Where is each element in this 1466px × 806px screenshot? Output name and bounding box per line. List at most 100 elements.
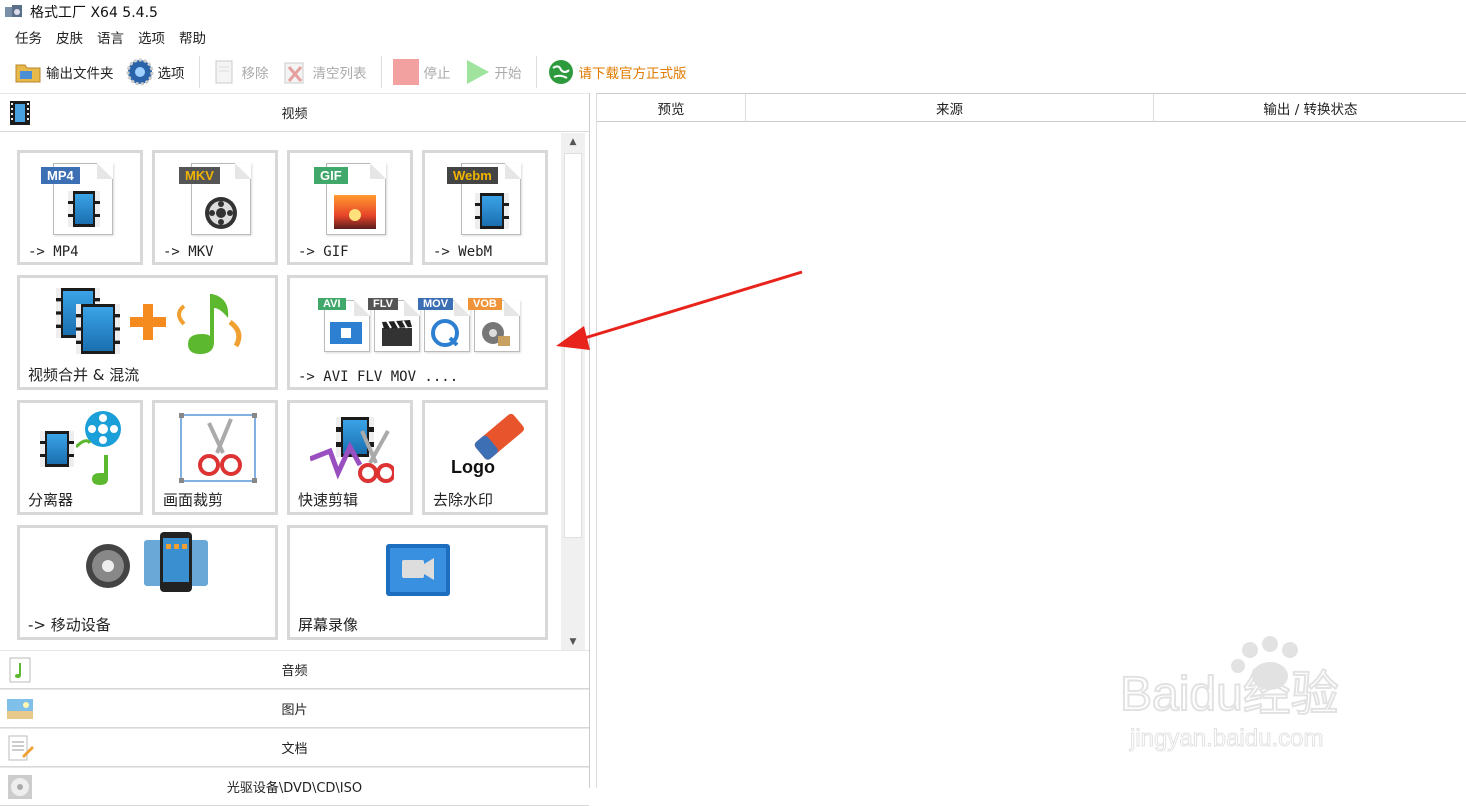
- app-icon: [4, 4, 24, 20]
- vertical-scrollbar[interactable]: ▲ ▼: [561, 133, 585, 650]
- tile-to-mobile[interactable]: -> 移动设备: [17, 525, 278, 640]
- scroll-down-icon[interactable]: ▼: [561, 633, 585, 650]
- clear-list-icon: [281, 58, 309, 86]
- toolbar-separator: [380, 56, 382, 88]
- category-image-label: 图片: [281, 703, 308, 718]
- reel-icon: [480, 320, 510, 350]
- output-folder-button[interactable]: 输出文件夹: [10, 55, 118, 89]
- screen-record-icon: [386, 544, 450, 600]
- category-audio-label: 音频: [281, 664, 308, 679]
- category-video[interactable]: 视频: [0, 93, 589, 132]
- title-bar: 格式工厂 X64 5.4.5: [0, 0, 1466, 24]
- tile-to-gif[interactable]: GIF -> GIF: [287, 150, 413, 265]
- column-output-status[interactable]: 输出 / 转换状态: [1154, 94, 1466, 122]
- tile-merge-mux[interactable]: 视频合并 & 混流: [17, 275, 278, 390]
- watermark-url: jingyan.baidu.com: [1129, 725, 1323, 752]
- category-image[interactable]: 图片: [0, 689, 589, 728]
- film-icon: [68, 191, 100, 227]
- watermark-brand: Baidu经验: [1120, 668, 1339, 721]
- film-play-icon: [475, 193, 509, 229]
- stop-icon: [392, 58, 420, 86]
- scroll-up-icon[interactable]: ▲: [561, 133, 585, 150]
- category-disc[interactable]: 光驱设备\DVD\CD\ISO: [0, 767, 589, 806]
- folder-icon: [14, 58, 42, 86]
- remove-doc-icon: [210, 58, 238, 86]
- options-button[interactable]: 选项: [122, 55, 189, 89]
- tile-quick-cut[interactable]: 快速剪辑: [287, 400, 413, 515]
- tile-screen-record[interactable]: 屏幕录像: [287, 525, 548, 640]
- tile-to-gif-label: -> GIF: [298, 244, 349, 260]
- mov-tag: MOV: [418, 298, 454, 310]
- tile-to-mp4[interactable]: MP4 -> MP4: [17, 150, 143, 265]
- tile-to-mkv[interactable]: MKV -> MKV: [152, 150, 278, 265]
- tile-to-webm[interactable]: Webm -> WebM: [422, 150, 548, 265]
- video-thumb-icon: [330, 322, 362, 348]
- download-official-button[interactable]: 请下载官方正式版: [543, 55, 691, 89]
- logo-text: Logo: [451, 457, 495, 477]
- tile-to-avi-flv-mov-label: -> AVI FLV MOV ....: [298, 369, 459, 385]
- disc-icon: [84, 542, 132, 594]
- category-document[interactable]: 文档: [0, 728, 589, 767]
- film-strip-icon: [6, 99, 34, 127]
- tile-screen-record-label: 屏幕录像: [298, 616, 359, 634]
- film-reel-icon: [203, 195, 239, 235]
- clear-list-label: 清空列表: [312, 66, 367, 82]
- start-button[interactable]: 开始: [459, 55, 526, 89]
- remove-button[interactable]: 移除: [206, 55, 273, 89]
- baidu-watermark: Baidu经验 jingyan.baidu.com: [1120, 636, 1340, 753]
- avi-tag: AVI: [318, 298, 346, 310]
- reel-split-icon: [74, 407, 126, 491]
- menu-help[interactable]: 帮助: [172, 27, 213, 47]
- menu-task[interactable]: 任务: [8, 27, 49, 47]
- play-icon: [463, 58, 491, 86]
- stop-label: 停止: [423, 66, 451, 82]
- task-table-header: 预览 来源 输出 / 转换状态: [597, 93, 1466, 122]
- music-note-icon: [170, 288, 250, 364]
- window-title: 格式工厂 X64 5.4.5: [30, 5, 158, 21]
- category-video-label: 视频: [281, 107, 308, 122]
- stop-button[interactable]: 停止: [388, 55, 455, 89]
- tile-remove-watermark[interactable]: Logo 去除水印: [422, 400, 548, 515]
- tile-to-mp4-label: -> MP4: [28, 244, 79, 260]
- menu-skin[interactable]: 皮肤: [49, 27, 90, 47]
- toolbar: 输出文件夹 选项 移除 清空列表 停止 开始 请下载官方正式版: [0, 52, 1466, 92]
- crop-scissors-icon: [179, 413, 257, 487]
- tile-crop[interactable]: 画面裁剪: [152, 400, 278, 515]
- tile-remove-watermark-label: 去除水印: [433, 491, 494, 509]
- plus-icon: [128, 302, 168, 346]
- image-icon: [6, 695, 34, 723]
- clapper-icon: [382, 320, 412, 350]
- download-official-label: 请下载官方正式版: [578, 66, 687, 82]
- toolbar-separator: [198, 56, 200, 88]
- tile-merge-mux-label: 视频合并 & 混流: [28, 366, 140, 384]
- film-strip-icon: [76, 304, 120, 354]
- tile-to-mobile-label: -> 移动设备: [28, 616, 111, 634]
- tile-quick-cut-label: 快速剪辑: [298, 491, 359, 509]
- tile-crop-label: 画面裁剪: [163, 491, 224, 509]
- annotation-arrow: [556, 270, 803, 350]
- webm-tag: Webm: [447, 167, 498, 184]
- audio-file-icon: [6, 656, 34, 684]
- menu-options[interactable]: 选项: [131, 27, 172, 47]
- tile-to-avi-flv-mov[interactable]: AVI FLV MOV VOB -> AVI FLV MOV ....: [287, 275, 548, 390]
- menu-bar: 任务 皮肤 语言 选项 帮助: [0, 26, 213, 48]
- output-folder-label: 输出文件夹: [46, 66, 114, 82]
- quicktime-icon: [430, 318, 460, 352]
- column-source[interactable]: 来源: [746, 94, 1154, 122]
- category-disc-label: 光驱设备\DVD\CD\ISO: [226, 781, 363, 796]
- tile-splitter[interactable]: 分离器: [17, 400, 143, 515]
- menu-language[interactable]: 语言: [90, 27, 131, 47]
- globe-icon: [547, 58, 575, 86]
- clear-list-button[interactable]: 清空列表: [277, 55, 371, 89]
- flv-tag: FLV: [368, 298, 398, 310]
- document-icon: [6, 734, 34, 762]
- mp4-tag: MP4: [41, 167, 80, 184]
- column-preview[interactable]: 预览: [597, 94, 746, 122]
- tile-to-mkv-label: -> MKV: [163, 244, 214, 260]
- category-document-label: 文档: [281, 742, 308, 757]
- start-label: 开始: [494, 66, 522, 82]
- mobile-phone-icon: [144, 532, 210, 598]
- remove-label: 移除: [241, 66, 269, 82]
- options-label: 选项: [157, 66, 185, 82]
- category-audio[interactable]: 音频: [0, 650, 589, 689]
